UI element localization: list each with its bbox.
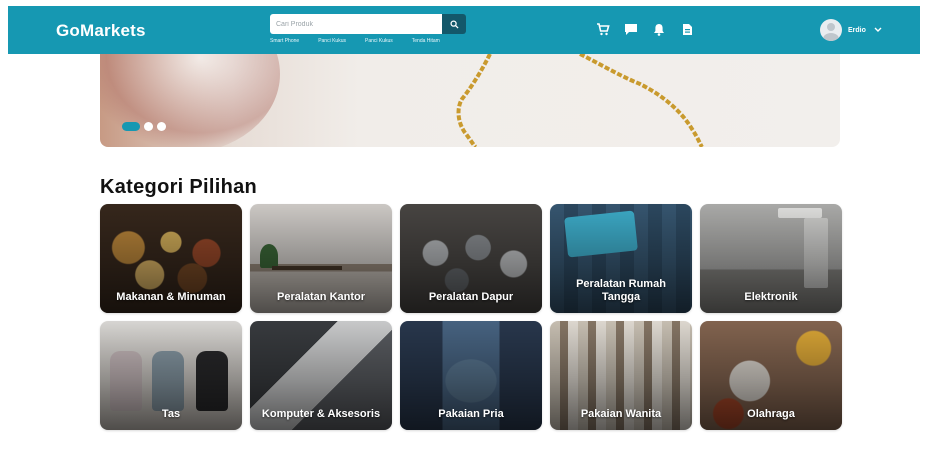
user-name: Erdio [848,26,866,34]
quick-link[interactable]: Panci Kukus [365,38,393,44]
category-card-sports[interactable]: Olahraga [700,321,842,430]
quick-link[interactable]: Smart Phone [270,38,299,44]
search-bar [270,14,466,34]
category-label: Pakaian Pria [438,408,504,420]
category-label: Elektronik [744,291,798,303]
category-card-kitchen[interactable]: Peralatan Dapur [400,204,542,313]
section-title: Kategori Pilihan [100,176,258,198]
category-label: Makanan & Minuman [116,291,226,303]
carousel-dot[interactable] [144,122,153,131]
popular-search-links: Smart Phone Panci Kukus Panci Kukus Tend… [270,38,459,44]
search-input[interactable] [270,14,442,34]
avatar [820,19,842,41]
category-label: Peralatan Dapur [428,291,514,303]
search-button[interactable] [442,14,466,34]
bell-icon[interactable] [652,22,666,36]
category-label: Peralatan Rumah Tangga [576,278,666,303]
category-card-food[interactable]: Makanan & Minuman [100,204,242,313]
carousel-dot[interactable] [157,122,166,131]
quick-link[interactable]: Tenda Hitam [412,38,440,44]
category-label: Pakaian Wanita [580,408,662,420]
carousel-dot-active[interactable] [122,122,140,131]
logo[interactable]: GoMarkets [56,21,146,41]
category-card-electronics[interactable]: Elektronik [700,204,842,313]
banner-chain-image [456,54,704,147]
category-grid: Makanan & Minuman Peralatan Kantor Peral… [100,204,842,430]
category-card-office[interactable]: Peralatan Kantor [250,204,392,313]
category-card-household[interactable]: Peralatan Rumah Tangga [550,204,692,313]
category-label: Komputer & Aksesoris [261,408,381,420]
category-label: Peralatan Kantor [276,291,366,303]
receipt-icon[interactable] [680,22,694,36]
user-menu[interactable]: Erdio [820,19,883,41]
carousel-indicators [122,122,166,131]
category-card-bags[interactable]: Tas [100,321,242,430]
quick-link[interactable]: Panci Kukus [318,38,346,44]
category-label: Olahraga [747,408,795,420]
category-card-women-clothing[interactable]: Pakaian Wanita [550,321,692,430]
header-actions [596,22,694,36]
category-label: Tas [161,408,181,420]
chat-icon[interactable] [624,22,638,36]
cart-icon[interactable] [596,22,610,36]
chevron-down-icon [874,26,883,35]
search-icon [449,19,459,29]
top-navbar: GoMarkets Smart Phone Panci Kukus Panci … [8,6,920,54]
category-card-men-clothing[interactable]: Pakaian Pria [400,321,542,430]
promo-banner[interactable] [100,54,840,147]
category-card-computer[interactable]: Komputer & Aksesoris [250,321,392,430]
